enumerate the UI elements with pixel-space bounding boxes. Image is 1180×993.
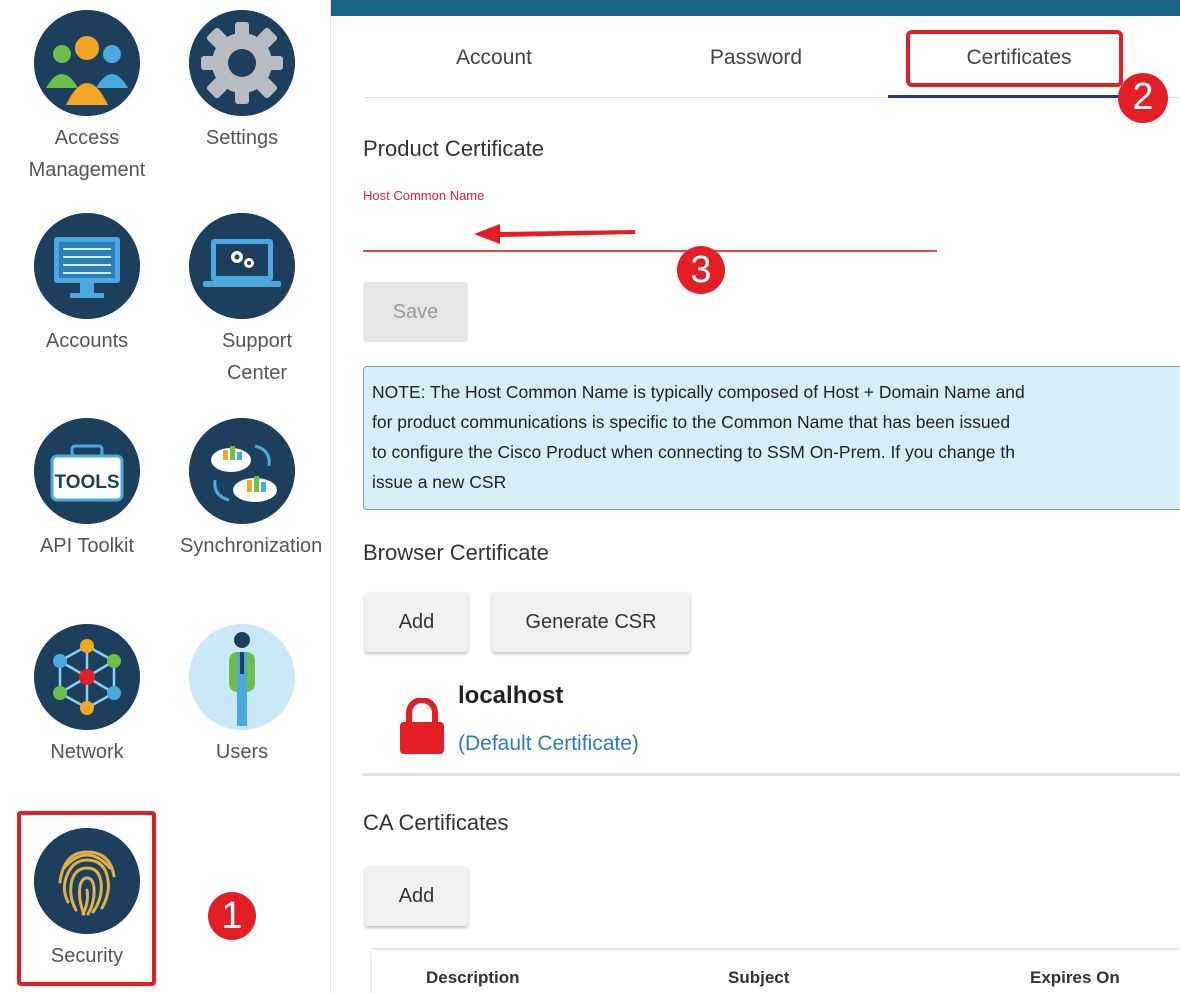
ca-certificates-table-header: Description Subject Expires On	[372, 950, 1180, 993]
user-icon	[189, 624, 295, 730]
note-line: NOTE: The Host Common Name is typically …	[372, 382, 1025, 402]
network-icon	[34, 624, 140, 730]
ca-certificates-heading: CA Certificates	[363, 810, 509, 835]
arrow-annotation-icon	[474, 224, 635, 244]
svg-text:TOOLS: TOOLS	[54, 472, 119, 493]
tile-label: Accounts	[45, 330, 129, 352]
step-badge-2: 2	[1118, 73, 1168, 123]
note-line: to configure the Cisco Product when conn…	[372, 442, 1015, 462]
host-common-name-underline	[363, 250, 937, 252]
sidebar-divider	[330, 0, 331, 993]
laptop-gears-icon	[189, 213, 295, 319]
column-header-description[interactable]: Description	[426, 968, 520, 988]
tab-password[interactable]: Password	[625, 20, 887, 96]
step-badge-3: 3	[677, 246, 725, 294]
cloud-sync-icon	[189, 418, 295, 524]
browser-certificate-heading: Browser Certificate	[363, 540, 549, 565]
app-launcher-grid: Access Management Settings Accounts Supp…	[0, 0, 330, 993]
column-header-expires-on[interactable]: Expires On	[1030, 968, 1120, 988]
tile-label: Support Center	[221, 330, 293, 384]
step-badge-1: 1	[208, 892, 256, 940]
active-tab-indicator	[888, 95, 1150, 98]
people-group-icon	[34, 10, 140, 116]
host-common-name-label: Host Common Name	[363, 188, 485, 203]
tile-support-center[interactable]: Support Center	[162, 213, 322, 389]
tile-accounts[interactable]: Accounts	[7, 213, 167, 357]
toolbox-icon: TOOLS	[34, 418, 140, 524]
tile-api-toolkit[interactable]: TOOLS API Toolkit	[7, 418, 167, 562]
tile-label: API Toolkit	[39, 535, 135, 557]
tile-synchronization[interactable]: Synchronization	[162, 418, 322, 562]
tile-label: Network	[50, 741, 124, 763]
add-ca-certificate-button[interactable]: Add	[365, 866, 468, 926]
generate-csr-button[interactable]: Generate CSR	[492, 592, 690, 652]
default-certificate-link[interactable]: (Default Certificate)	[458, 732, 639, 756]
tile-label: Access Management	[28, 127, 146, 181]
lock-icon	[400, 698, 444, 754]
tile-label: Users	[215, 741, 269, 763]
security-highlight-box	[17, 811, 156, 986]
tile-settings[interactable]: Settings	[162, 10, 322, 154]
tile-label: Synchronization	[180, 535, 323, 557]
tile-access-management[interactable]: Access Management	[7, 10, 167, 186]
tab-account[interactable]: Account	[363, 20, 625, 96]
gear-icon	[189, 10, 295, 116]
host-common-name-input[interactable]	[363, 212, 937, 248]
certificate-name: localhost	[458, 682, 564, 709]
tile-users[interactable]: Users	[162, 624, 322, 768]
tile-label: Settings	[205, 127, 279, 149]
add-browser-certificate-button[interactable]: Add	[365, 592, 468, 652]
tile-network[interactable]: Network	[7, 624, 167, 768]
column-header-subject[interactable]: Subject	[728, 968, 789, 988]
save-button[interactable]: Save	[363, 282, 468, 342]
certificates-tab-highlight-box	[906, 30, 1123, 87]
note-line: issue a new CSR	[372, 472, 507, 492]
top-header-bar	[331, 0, 1180, 16]
host-common-name-note: NOTE: The Host Common Name is typically …	[363, 366, 1180, 510]
note-line: for product communications is specific t…	[372, 412, 1011, 432]
product-certificate-heading: Product Certificate	[363, 136, 544, 161]
monitor-icon	[34, 213, 140, 319]
